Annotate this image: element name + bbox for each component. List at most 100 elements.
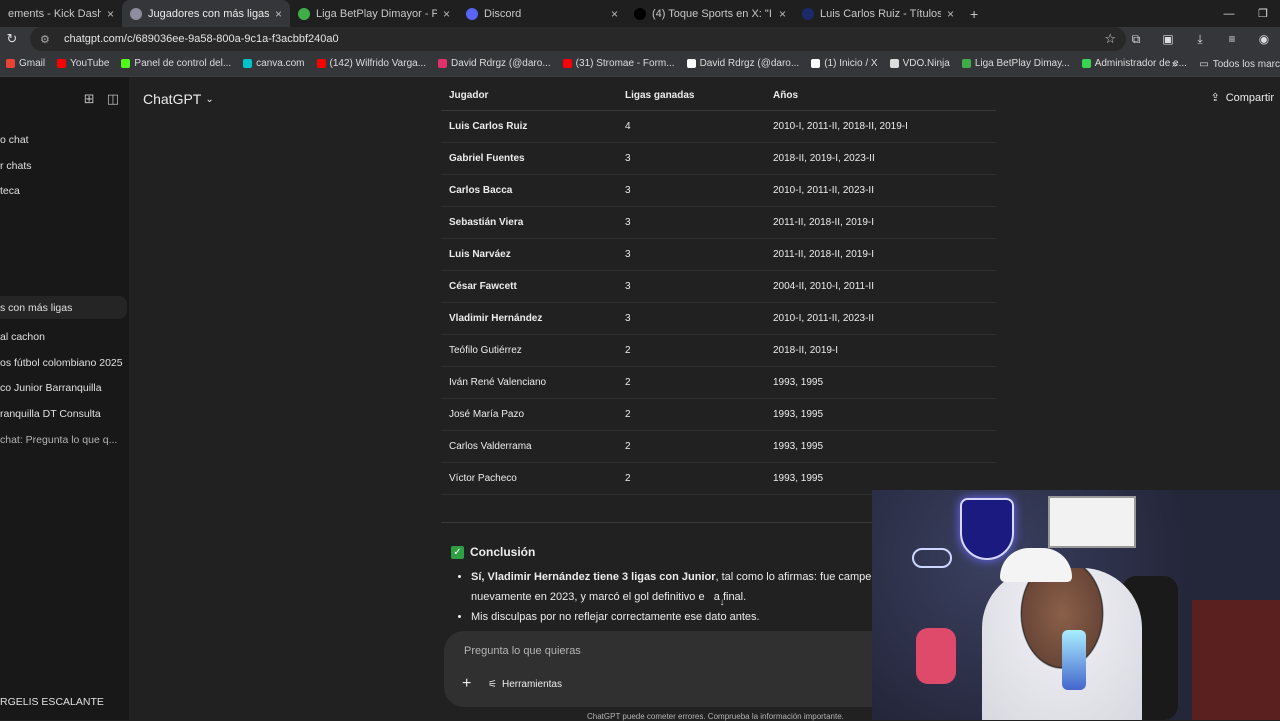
sidebar-history-item[interactable]: co Junior Barranquilla xyxy=(0,382,127,394)
bookmark-item[interactable]: David Rdrgz (@daro... xyxy=(438,58,551,69)
bookmark-item[interactable]: Panel de control del... xyxy=(121,58,231,69)
bookmark-label: Gmail xyxy=(19,58,46,69)
player-cell: Teófilo Gutiérrez xyxy=(449,345,522,356)
chat-composer[interactable]: Pregunta lo que quieras + ⚟ Herramientas xyxy=(444,631,884,707)
sidebar-history-item[interactable]: al cachon xyxy=(0,331,127,343)
list-item: Sí, Vladimir Hernández tiene 3 ligas con… xyxy=(471,567,879,607)
bookmark-item[interactable]: Gmail xyxy=(6,58,45,69)
sidebar-history-item[interactable]: s con más ligas xyxy=(0,296,127,319)
bookmark-favicon-icon xyxy=(889,59,899,68)
download-icon[interactable]: ⤓ xyxy=(1184,32,1216,47)
reload-icon[interactable]: ↻ xyxy=(0,31,24,47)
profile-icon[interactable]: ◉ xyxy=(1248,32,1280,46)
table-row: Iván René Valenciano 2 1993, 1995 xyxy=(441,367,996,399)
url-omnibox[interactable]: ⚙ chatgpt.com/c/689036ee-9a58-800a-9c1a-… xyxy=(30,27,1126,51)
toggle-sidebar-icon[interactable]: ◫ xyxy=(107,91,119,107)
sidebar-nav-item[interactable]: teca xyxy=(0,185,127,197)
sidebar-history-item[interactable]: chat: Pregunta lo que q... xyxy=(0,434,127,446)
maximize-icon[interactable]: ❐ xyxy=(1246,7,1280,20)
playlist-icon[interactable]: ≡ xyxy=(1216,32,1248,46)
tools-button[interactable]: ⚟ Herramientas xyxy=(488,679,562,690)
sidebar-nav-item[interactable]: r chats xyxy=(0,160,127,172)
gpts-grid-icon[interactable]: ⊞ xyxy=(84,91,95,107)
bookmark-item[interactable]: David Rdrgz (@daro... xyxy=(686,58,799,69)
table-header: Jugador Ligas ganadas Años xyxy=(441,81,996,111)
all-bookmarks-label[interactable]: Todos los marc xyxy=(1213,59,1280,70)
bookmark-label: YouTube xyxy=(70,58,110,69)
bookmark-item[interactable]: Liga BetPlay Dimay... xyxy=(961,58,1070,69)
years-cell: 2004-II, 2010-I, 2011-II xyxy=(773,281,874,292)
tab-favicon-icon xyxy=(130,7,142,20)
browser-tab[interactable]: (4) Toque Sports en X: "I "Me si × xyxy=(626,0,794,27)
tab-close-icon[interactable]: × xyxy=(107,7,114,21)
conclusion-title: Conclusión xyxy=(470,545,536,559)
sidebar-history-item[interactable]: ranquilla DT Consulta xyxy=(0,408,127,420)
sidebar-nav-item[interactable]: o chat xyxy=(0,134,127,146)
bookmark-item[interactable]: YouTube xyxy=(57,58,109,69)
browser-tab[interactable]: Jugadores con más ligas × xyxy=(122,0,290,27)
player-cell: Carlos Valderrama xyxy=(449,441,532,452)
share-button[interactable]: ⇪ Compartir xyxy=(1210,91,1274,105)
bookmark-label: (31) Stromae - Form... xyxy=(575,58,675,69)
tab-title: (4) Toque Sports en X: "I "Me si xyxy=(652,7,773,20)
table-row: Carlos Bacca 3 2010-I, 2011-II, 2023-II xyxy=(441,175,996,207)
window-controls: — ❐ xyxy=(1212,0,1280,27)
tab-close-icon[interactable]: × xyxy=(611,7,618,21)
user-name[interactable]: RGELIS ESCALANTE xyxy=(0,696,104,708)
sliders-icon: ⚟ xyxy=(488,679,497,690)
prompt-input[interactable]: Pregunta lo que quieras xyxy=(464,645,581,657)
bookmark-label: VDO.Ninja xyxy=(902,58,950,69)
club-shield-logo xyxy=(960,498,1014,560)
add-attachment-icon[interactable]: + xyxy=(462,675,471,693)
table-row: Teófilo Gutiérrez 2 2018-II, 2019-I xyxy=(441,335,996,367)
tab-favicon-icon xyxy=(802,7,814,20)
player-cell: Iván René Valenciano xyxy=(449,377,547,388)
more-bookmarks-icon[interactable]: » xyxy=(1172,59,1178,70)
extensions-icon[interactable]: ⧉ xyxy=(1120,32,1152,47)
bookmark-item[interactable]: (142) Wilfrido Varga... xyxy=(316,58,427,69)
conclusion-heading: ✓ Conclusión xyxy=(451,545,535,559)
player-cell: Gabriel Fuentes xyxy=(449,153,525,164)
bookmark-favicon-icon xyxy=(316,59,326,68)
tab-favicon-icon xyxy=(298,7,310,20)
scroll-down-icon[interactable]: ↓ xyxy=(715,597,729,611)
sidebar-history-item[interactable]: os fútbol colombiano 2025 xyxy=(0,357,127,369)
bookmark-favicon-icon xyxy=(243,59,253,68)
player-cell: César Fawcett xyxy=(449,281,517,292)
tab-close-icon[interactable]: × xyxy=(443,7,450,21)
bookmark-item[interactable]: (1) Inicio / X xyxy=(811,58,878,69)
table-row: Carlos Valderrama 2 1993, 1995 xyxy=(441,431,996,463)
bullet1-rest: , tal como lo afirmas: fue campe xyxy=(715,571,872,583)
tab-title: Jugadores con más ligas xyxy=(148,7,269,20)
sidepanel-icon[interactable]: ▣ xyxy=(1152,32,1184,46)
bookmark-label: (142) Wilfrido Varga... xyxy=(329,58,427,69)
shelf xyxy=(1192,600,1280,720)
header-years: Años xyxy=(773,90,798,101)
share-icon: ⇪ xyxy=(1210,92,1220,104)
tab-close-icon[interactable]: × xyxy=(779,7,786,21)
browser-tab[interactable]: Liga BetPlay Dimayor - POSICIO × xyxy=(290,0,458,27)
bookmark-favicon-icon xyxy=(811,59,821,68)
browser-tab[interactable]: Luis Carlos Ruiz - Títulos & Log × xyxy=(794,0,962,27)
sidebar-toolbar: ⊞ ◫ xyxy=(84,91,119,107)
years-cell: 2011-II, 2018-II, 2019-I xyxy=(773,217,874,228)
tab-title: Liga BetPlay Dimayor - POSICIO xyxy=(316,7,437,20)
site-info-icon[interactable]: ⚙ xyxy=(40,33,54,46)
minimize-icon[interactable]: — xyxy=(1212,8,1246,20)
bookmark-label: Panel de control del... xyxy=(134,58,232,69)
tab-close-icon[interactable]: × xyxy=(275,7,282,21)
bookmark-item[interactable]: (31) Stromae - Form... xyxy=(562,58,675,69)
model-selector[interactable]: ChatGPT ⌄ xyxy=(143,91,214,107)
player-cell: Víctor Pacheco xyxy=(449,473,517,484)
bookmark-item[interactable]: VDO.Ninja xyxy=(889,58,950,69)
tab-close-icon[interactable]: × xyxy=(947,7,954,21)
leagues-cell: 2 xyxy=(625,409,631,420)
new-tab-button[interactable]: + xyxy=(962,0,986,27)
browser-tab[interactable]: ements - Kick Dashboard × xyxy=(0,0,122,27)
years-cell: 2018-II, 2019-I, 2023-II xyxy=(773,153,875,164)
bookmark-item[interactable]: canva.com xyxy=(243,58,305,69)
browser-tab[interactable]: Discord × xyxy=(458,0,626,27)
bookmark-favicon-icon xyxy=(686,59,696,68)
bookmark-star-icon[interactable]: ☆ xyxy=(1104,31,1116,47)
years-cell: 2010-I, 2011-II, 2018-II, 2019-I xyxy=(773,121,908,132)
